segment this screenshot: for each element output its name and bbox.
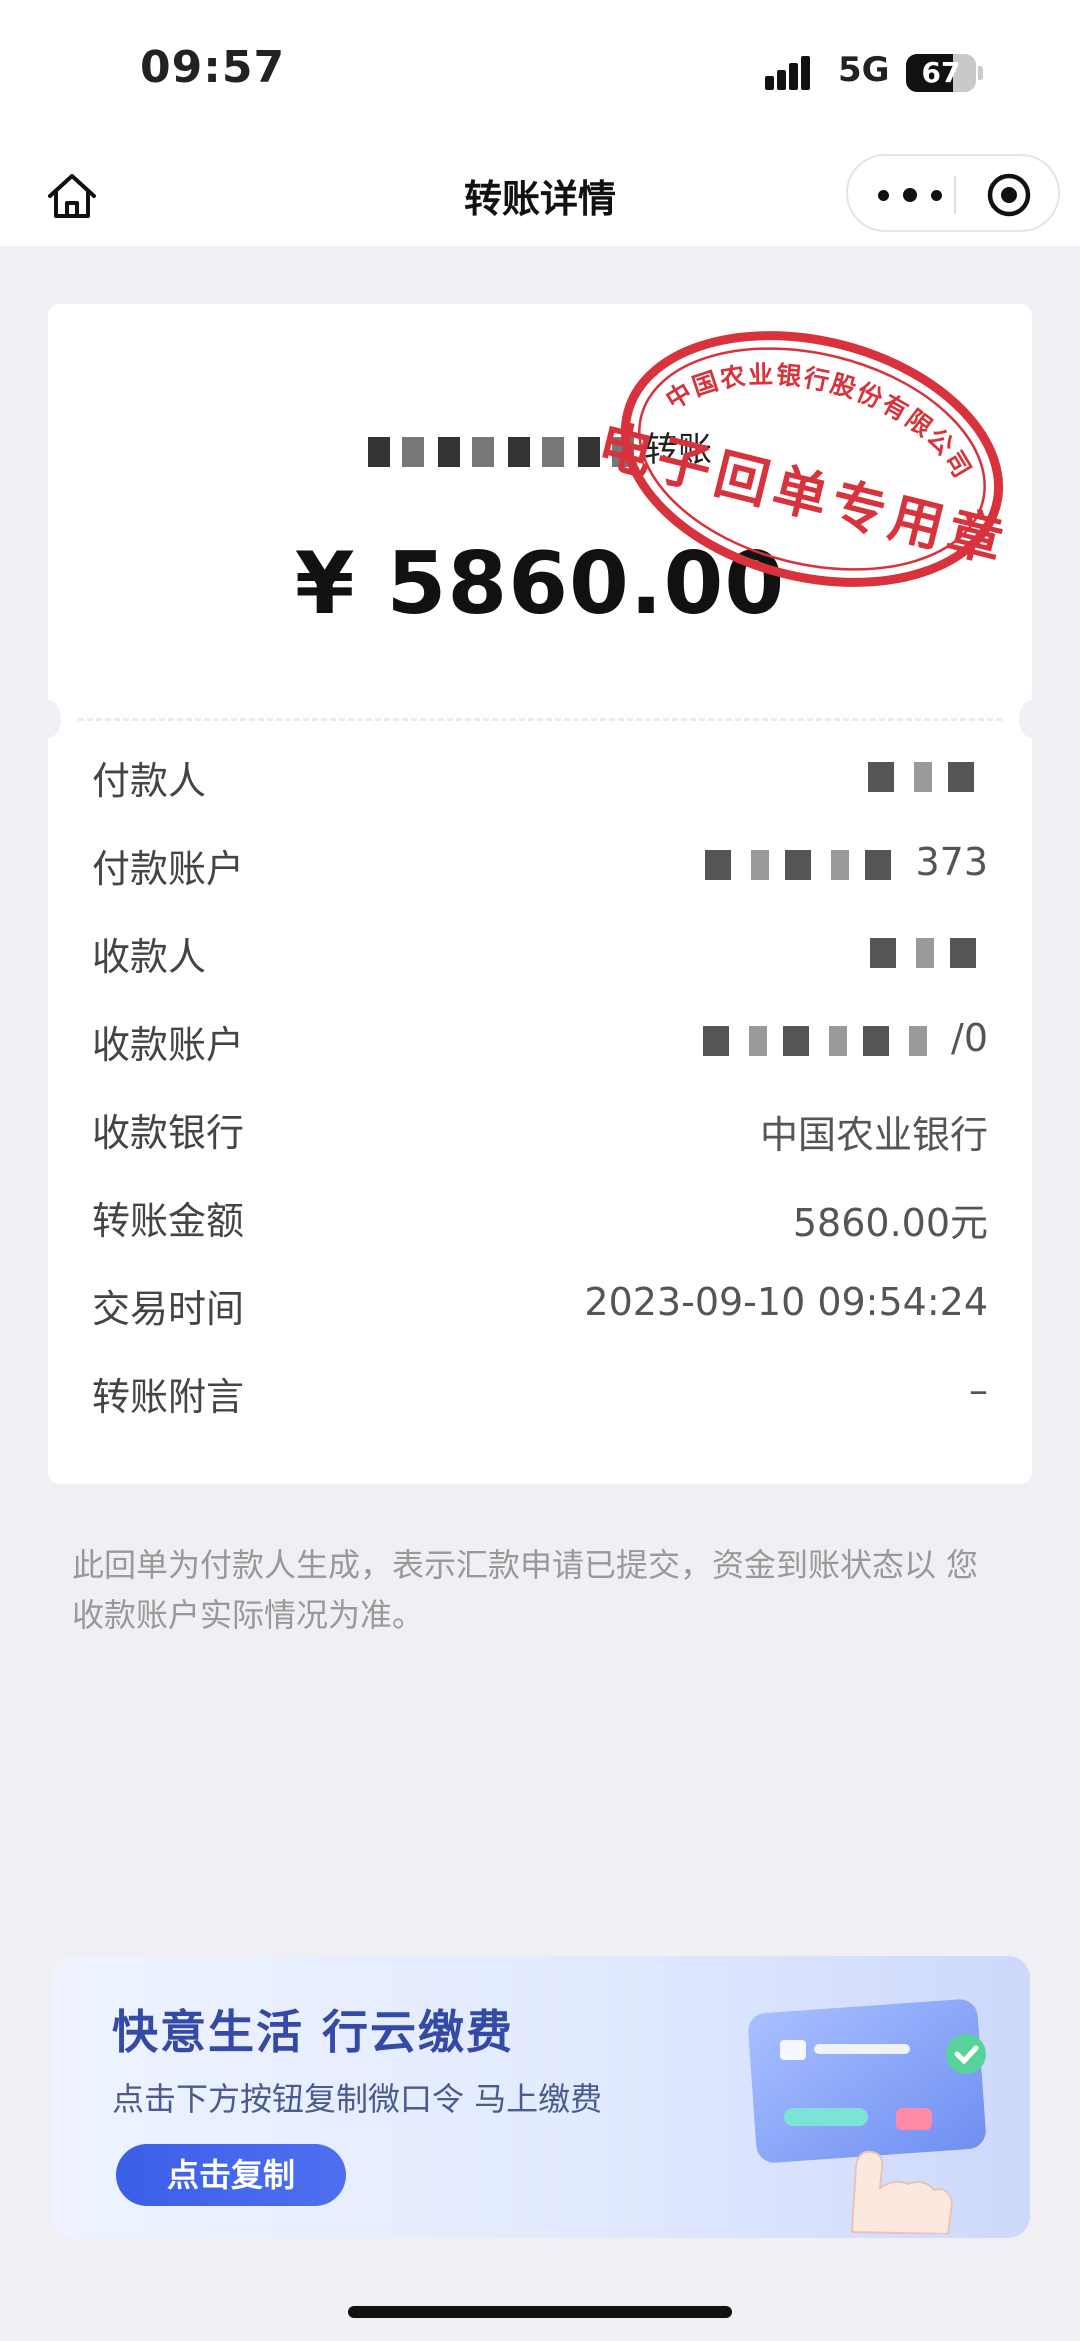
- row-value: 中国农业银行: [759, 1113, 988, 1157]
- redacted-value: [705, 849, 906, 880]
- promo-banner[interactable]: 快意生活 行云缴费 点击下方按钮复制微口令 马上缴费 点击复制: [52, 1956, 1030, 2238]
- home-indicator: [348, 2306, 732, 2318]
- detail-row-payee-account: 收款账户 /0: [92, 1004, 988, 1092]
- card-tap-illustration: [748, 1999, 986, 2234]
- detail-row-payer-account: 付款账户 373: [92, 828, 988, 916]
- battery-icon: 67: [906, 54, 976, 92]
- row-value: 5860.00元: [792, 1201, 988, 1245]
- battery-tip: [978, 66, 983, 80]
- redacted-name: [368, 436, 638, 467]
- row-value: 2023-09-10 09:54:24: [584, 1280, 988, 1324]
- row-value: /0: [703, 1016, 988, 1060]
- row-label: 收款人: [92, 935, 207, 979]
- row-value: [870, 928, 988, 972]
- ticket-notch-right: [1019, 700, 1045, 738]
- redacted-value: [868, 761, 988, 792]
- row-label: 付款人: [92, 759, 207, 803]
- row-label: 付款账户: [92, 847, 245, 891]
- perforation-divider: [78, 718, 1002, 721]
- signal-icon: [765, 54, 821, 90]
- row-value: 373: [705, 840, 988, 884]
- receipt-card: 转账 ¥ 5860.00 中国农业银行股份有限公司 电子回单专用章 付款人 付款…: [35, 304, 1045, 1484]
- network-type: 5G: [838, 50, 890, 90]
- detail-row-memo: 转账附言 –: [92, 1356, 988, 1444]
- row-label: 交易时间: [92, 1287, 245, 1331]
- detail-row-amount: 转账金额 5860.00元: [92, 1180, 988, 1268]
- detail-row-payee: 收款人: [92, 916, 988, 1004]
- target-circle-icon[interactable]: [986, 172, 1032, 218]
- receipt-disclaimer: 此回单为付款人生成，表示汇款申请已提交，资金到账状态以 您收款账户实际情况为准。: [72, 1546, 979, 1634]
- detail-row-time: 交易时间 2023-09-10 09:54:24: [92, 1268, 988, 1356]
- banner-title: 快意生活 行云缴费: [112, 2005, 515, 2059]
- mini-program-capsule: [846, 154, 1060, 232]
- ticket-notch-left: [35, 700, 61, 738]
- detail-row-payee-bank: 收款银行 中国农业银行: [92, 1092, 988, 1180]
- row-label: 收款账户: [92, 1023, 245, 1067]
- row-label: 转账金额: [92, 1199, 245, 1243]
- row-label: 收款银行: [92, 1111, 245, 1155]
- row-value: [868, 752, 988, 796]
- bank-seal-stamp: 中国农业银行股份有限公司 电子回单专用章: [602, 329, 1015, 587]
- capsule-divider: [954, 176, 956, 214]
- battery-level: 67: [921, 56, 961, 89]
- status-time: 09:57: [140, 42, 286, 93]
- nav-bar: 转账详情: [0, 150, 1080, 246]
- detail-row-payer: 付款人: [92, 740, 988, 828]
- more-dots-icon[interactable]: [878, 178, 942, 212]
- detail-list: 付款人 付款账户 373 收款人 收款账户 /0 收款银行 中国农业银行 转账金…: [92, 740, 988, 1444]
- row-label: 转账附言: [92, 1375, 245, 1419]
- copy-code-button[interactable]: 点击复制: [116, 2144, 346, 2206]
- row-value: –: [969, 1368, 988, 1412]
- banner-subtitle: 点击下方按钮复制微口令 马上缴费: [112, 2080, 603, 2118]
- status-bar: 09:57 5G 67: [0, 0, 1080, 150]
- redacted-value: [870, 937, 988, 968]
- redacted-value: [703, 1025, 944, 1056]
